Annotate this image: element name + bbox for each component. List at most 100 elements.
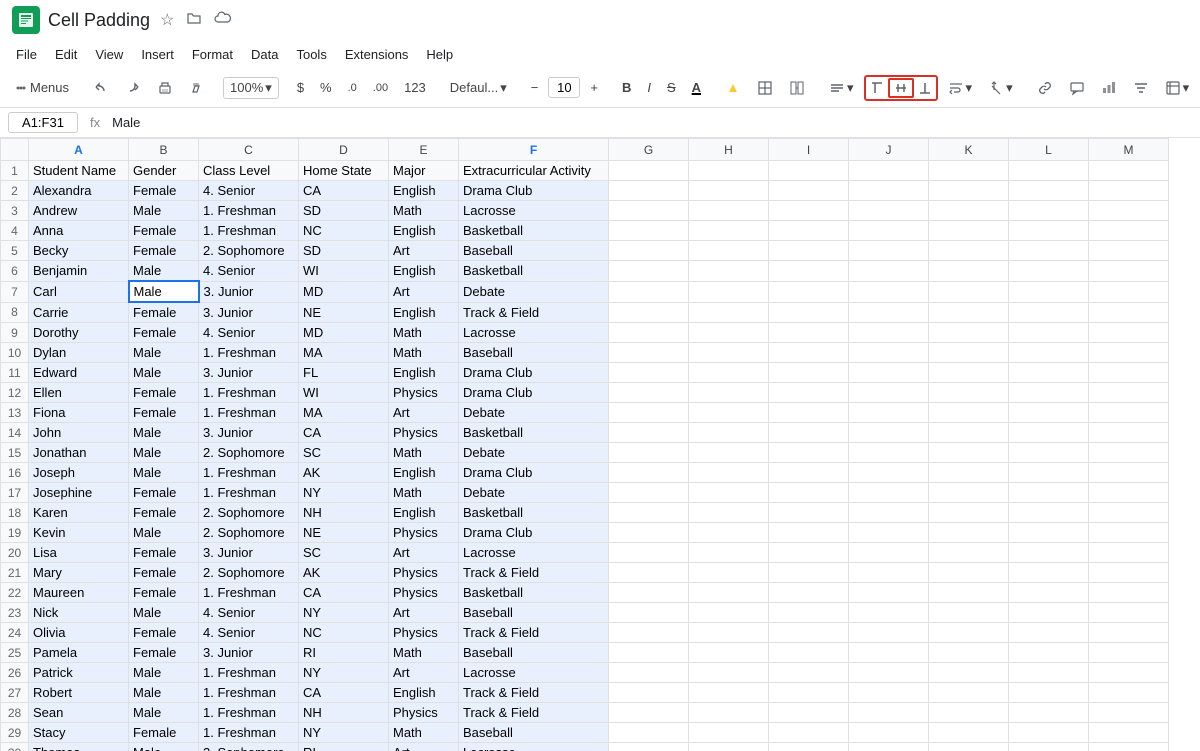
empty-cell[interactable] [689, 503, 769, 523]
cell-E10[interactable]: Math [389, 343, 459, 363]
empty-cell[interactable] [769, 181, 849, 201]
empty-cell[interactable] [1089, 603, 1169, 623]
cell-D16[interactable]: AK [299, 463, 389, 483]
col-header-i[interactable]: I [769, 139, 849, 161]
empty-cell[interactable] [689, 483, 769, 503]
cell-B15[interactable]: Male [129, 443, 199, 463]
empty-cell[interactable] [929, 363, 1009, 383]
cell-E6[interactable]: English [389, 261, 459, 282]
cell-C10[interactable]: 1. Freshman [199, 343, 299, 363]
menu-extensions[interactable]: Extensions [337, 44, 417, 65]
empty-cell[interactable] [849, 543, 929, 563]
empty-cell[interactable] [849, 221, 929, 241]
cell-D9[interactable]: MD [299, 323, 389, 343]
empty-cell[interactable] [929, 463, 1009, 483]
empty-cell[interactable] [849, 302, 929, 323]
empty-cell[interactable] [689, 201, 769, 221]
cell-A12[interactable]: Ellen [29, 383, 129, 403]
empty-cell[interactable] [1089, 363, 1169, 383]
empty-cell[interactable] [929, 483, 1009, 503]
empty-cell[interactable] [609, 181, 689, 201]
cell-B20[interactable]: Female [129, 543, 199, 563]
empty-cell[interactable] [689, 623, 769, 643]
empty-cell[interactable] [929, 281, 1009, 302]
empty-cell[interactable] [1009, 743, 1089, 751]
empty-cell[interactable] [1089, 383, 1169, 403]
empty-cell[interactable] [1009, 201, 1089, 221]
empty-cell[interactable] [1009, 583, 1089, 603]
cell-A15[interactable]: Jonathan [29, 443, 129, 463]
empty-cell[interactable] [1009, 463, 1089, 483]
empty-cell[interactable] [689, 181, 769, 201]
empty-cell[interactable] [929, 583, 1009, 603]
empty-cell[interactable] [609, 703, 689, 723]
cell-E28[interactable]: Physics [389, 703, 459, 723]
empty-cell[interactable] [1089, 583, 1169, 603]
cell-F16[interactable]: Drama Club [459, 463, 609, 483]
cell-C28[interactable]: 1. Freshman [199, 703, 299, 723]
col-header-g[interactable]: G [609, 139, 689, 161]
cell-E23[interactable]: Art [389, 603, 459, 623]
empty-cell[interactable] [929, 161, 1009, 181]
cell-D22[interactable]: CA [299, 583, 389, 603]
empty-cell[interactable] [849, 683, 929, 703]
cell-E11[interactable]: English [389, 363, 459, 383]
empty-cell[interactable] [1009, 221, 1089, 241]
empty-cell[interactable] [929, 201, 1009, 221]
empty-cell[interactable] [929, 323, 1009, 343]
cell-E9[interactable]: Math [389, 323, 459, 343]
cell-C21[interactable]: 2. Sophomore [199, 563, 299, 583]
empty-cell[interactable] [689, 543, 769, 563]
empty-cell[interactable] [689, 221, 769, 241]
empty-cell[interactable] [929, 383, 1009, 403]
empty-cell[interactable] [1009, 663, 1089, 683]
cell-D24[interactable]: NC [299, 623, 389, 643]
cell-D2[interactable]: CA [299, 181, 389, 201]
empty-cell[interactable] [849, 723, 929, 743]
empty-cell[interactable] [1009, 623, 1089, 643]
empty-cell[interactable] [769, 323, 849, 343]
empty-cell[interactable] [689, 423, 769, 443]
cell-C2[interactable]: 4. Senior [199, 181, 299, 201]
cell-A16[interactable]: Joseph [29, 463, 129, 483]
empty-cell[interactable] [849, 241, 929, 261]
empty-cell[interactable] [769, 261, 849, 282]
cell-C16[interactable]: 1. Freshman [199, 463, 299, 483]
cell-B14[interactable]: Male [129, 423, 199, 443]
empty-cell[interactable] [849, 363, 929, 383]
empty-cell[interactable] [1009, 161, 1089, 181]
empty-cell[interactable] [1089, 503, 1169, 523]
cell-C7[interactable]: 3. Junior [199, 281, 299, 302]
cell-F2[interactable]: Drama Club [459, 181, 609, 201]
empty-cell[interactable] [1089, 302, 1169, 323]
highlight-color-button[interactable] [719, 76, 747, 100]
menu-insert[interactable]: Insert [133, 44, 182, 65]
empty-cell[interactable] [689, 323, 769, 343]
empty-cell[interactable] [1009, 383, 1089, 403]
empty-cell[interactable] [929, 563, 1009, 583]
cell-F28[interactable]: Track & Field [459, 703, 609, 723]
cell-E4[interactable]: English [389, 221, 459, 241]
cell-A14[interactable]: John [29, 423, 129, 443]
empty-cell[interactable] [849, 181, 929, 201]
empty-cell[interactable] [689, 363, 769, 383]
cell-E21[interactable]: Physics [389, 563, 459, 583]
empty-cell[interactable] [1009, 643, 1089, 663]
empty-cell[interactable] [689, 403, 769, 423]
empty-cell[interactable] [1089, 261, 1169, 282]
empty-cell[interactable] [609, 383, 689, 403]
cell-F9[interactable]: Lacrosse [459, 323, 609, 343]
bold-button[interactable]: B [616, 76, 637, 99]
empty-cell[interactable] [1009, 603, 1089, 623]
cell-E16[interactable]: English [389, 463, 459, 483]
col-header-c[interactable]: C [199, 139, 299, 161]
cell-B7[interactable]: Male [129, 281, 199, 302]
empty-cell[interactable] [1089, 423, 1169, 443]
empty-cell[interactable] [1009, 261, 1089, 282]
empty-cell[interactable] [1089, 181, 1169, 201]
cell-E20[interactable]: Art [389, 543, 459, 563]
folder-icon[interactable] [186, 10, 202, 31]
font-size-input[interactable] [548, 77, 580, 98]
cell-E26[interactable]: Art [389, 663, 459, 683]
empty-cell[interactable] [689, 723, 769, 743]
